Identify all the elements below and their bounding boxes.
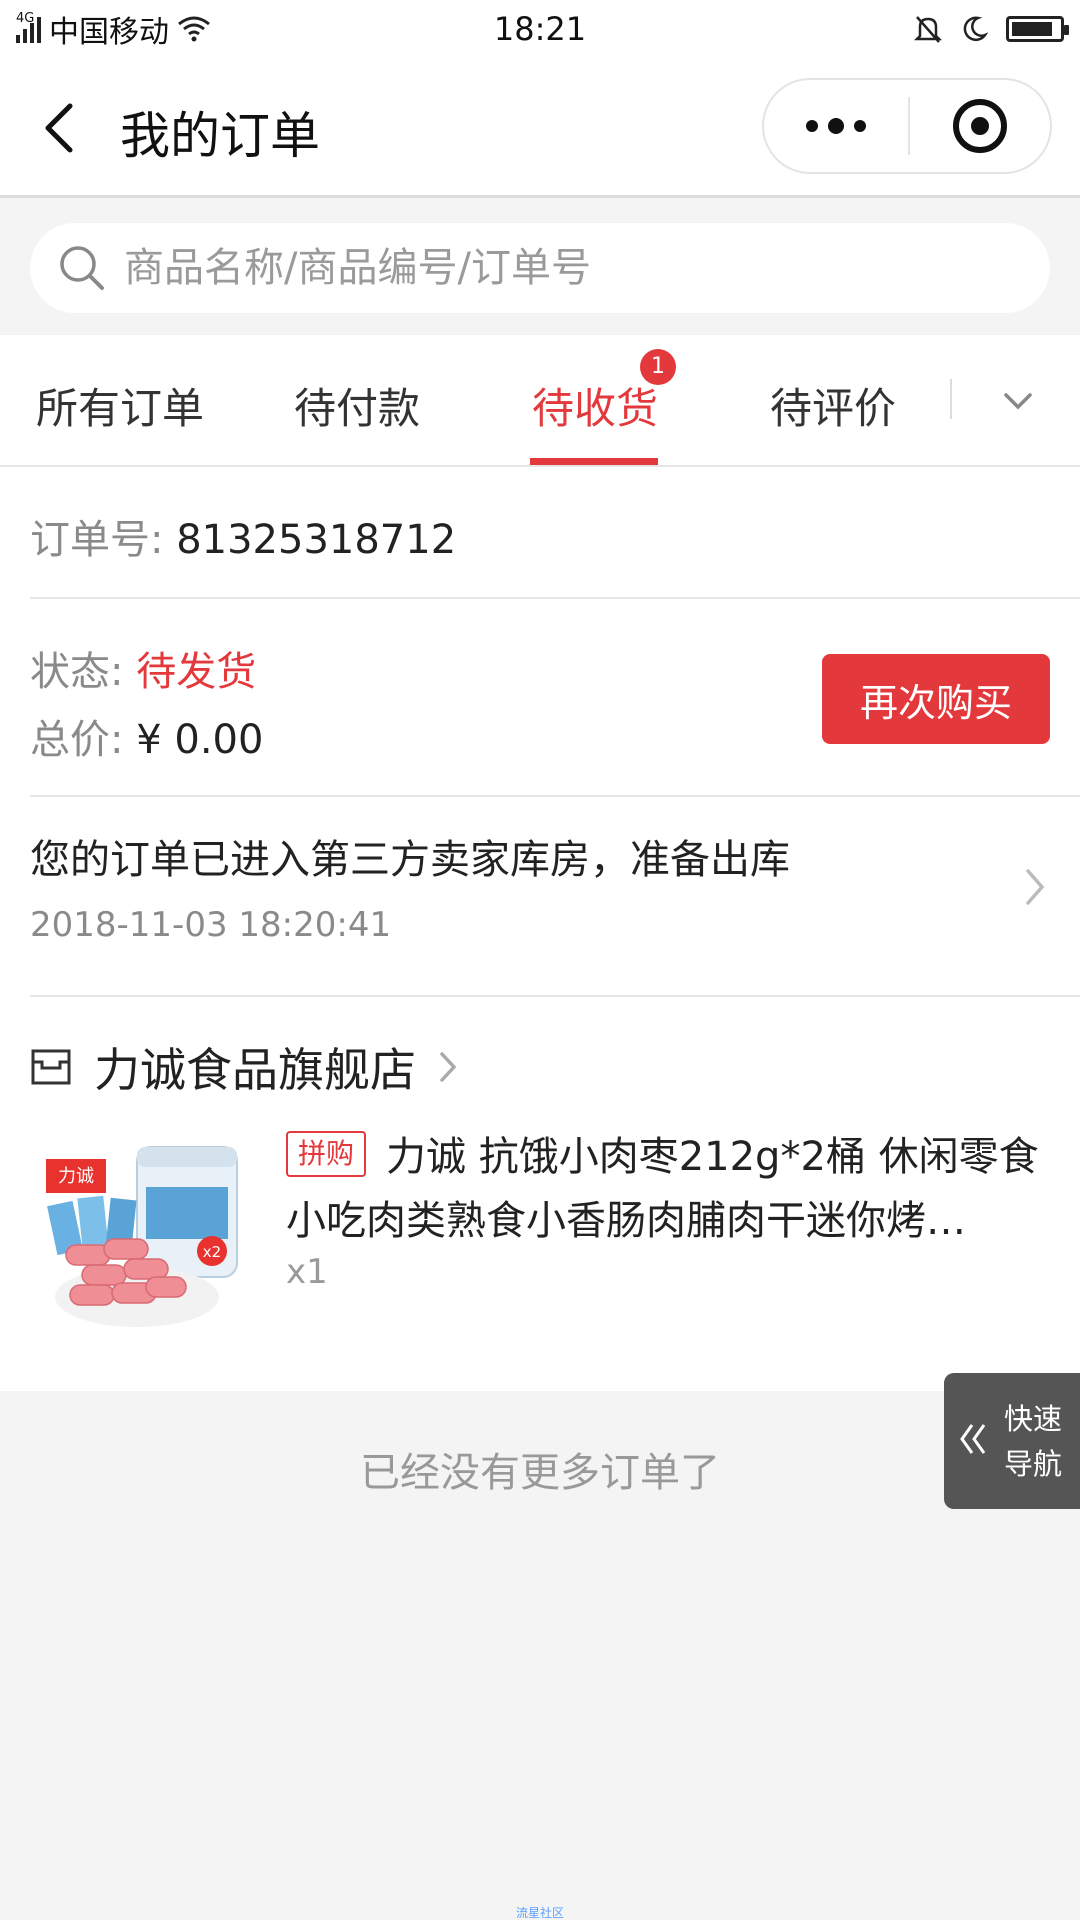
order-number-row: 订单号: 81325318712 — [30, 507, 456, 565]
tab-badge: 1 — [640, 349, 676, 385]
carrier-name: 中国移动 — [49, 15, 169, 50]
order-number-label: 订单号: — [30, 517, 164, 563]
tab-pending-receipt[interactable]: 待收货 — [532, 375, 658, 436]
dot-icon — [854, 120, 866, 132]
search-bar[interactable] — [30, 223, 1050, 313]
status-left: 4G 中国移动 — [16, 7, 211, 51]
order-status: 待发货 — [136, 649, 257, 695]
network-type: 4G — [16, 11, 35, 26]
dot-icon — [806, 120, 818, 132]
active-tab-indicator — [530, 458, 658, 465]
store-icon — [31, 1049, 71, 1085]
quick-nav-line2: 导航 — [1004, 1447, 1063, 1481]
wifi-icon — [178, 16, 210, 42]
close-miniprogram-button[interactable] — [910, 99, 1050, 153]
tab-all-orders[interactable]: 所有订单 — [36, 375, 204, 436]
status-bar: 4G 中国移动 18:21 — [0, 0, 1080, 58]
logistics-message: 您的订单已进入第三方卖家库房，准备出库 — [30, 837, 790, 883]
dot-icon — [828, 118, 844, 134]
signal-icon: 4G — [16, 11, 41, 43]
shop-row[interactable]: 力诚食品旗舰店 — [30, 1037, 458, 1097]
divider — [30, 597, 1080, 599]
order-card: 订单号: 81325318712 状态: 待发货 总价: ¥ 0.00 再次购买… — [0, 467, 1080, 1391]
nav-bar: 我的订单 — [0, 58, 1080, 198]
shop-name: 力诚食品旗舰店 — [94, 1043, 416, 1097]
total-label: 总价: — [30, 717, 124, 763]
divider — [30, 995, 1080, 997]
target-icon — [953, 99, 1007, 153]
product-title[interactable]: 力诚 抗饿小肉枣212g*2桶 休闲零食小吃肉类熟食小香肠肉脯肉干迷你烤… — [286, 1125, 1046, 1253]
bell-muted-icon — [914, 16, 942, 43]
buy-again-button[interactable]: 再次购买 — [822, 654, 1050, 744]
no-more-orders-text: 已经没有更多订单了 — [360, 1450, 720, 1496]
status-right — [914, 14, 1069, 44]
order-status-row: 状态: 待发货 — [30, 639, 256, 697]
search-input[interactable] — [124, 245, 1004, 291]
product-image[interactable]: 力诚 x2 — [42, 1127, 252, 1337]
page-title: 我的订单 — [120, 107, 320, 165]
chevron-right-icon — [1026, 869, 1045, 905]
product-image-brand: 力诚 — [58, 1166, 94, 1187]
logistics-time: 2018-11-03 18:20:41 — [30, 905, 392, 945]
search-icon — [60, 246, 104, 290]
group-buy-tag: 拼购 — [286, 1131, 367, 1177]
product-quantity: x1 — [286, 1252, 328, 1292]
status-label: 状态: — [30, 649, 124, 695]
quick-nav-button[interactable]: 快速 导航 — [944, 1373, 1080, 1509]
miniprogram-capsule — [762, 78, 1052, 174]
double-chevron-left-icon — [960, 1424, 986, 1454]
tab-pending-review[interactable]: 待评价 — [770, 375, 896, 436]
search-section — [0, 201, 1080, 335]
order-total-row: 总价: ¥ 0.00 — [30, 707, 263, 765]
chevron-right-icon — [440, 1052, 457, 1082]
quick-nav-label: 快速 导航 — [1004, 1397, 1070, 1487]
battery-icon — [1006, 16, 1069, 42]
more-menu-button[interactable] — [764, 80, 908, 172]
moon-icon — [963, 16, 988, 42]
chevron-down-icon[interactable] — [1000, 383, 1036, 419]
back-arrow-icon[interactable] — [40, 100, 80, 156]
watermark: 流星社区 — [515, 1906, 564, 1920]
tab-divider — [950, 379, 952, 419]
tab-pending-payment[interactable]: 待付款 — [294, 375, 420, 436]
logistics-row[interactable]: 您的订单已进入第三方卖家库房，准备出库 2018-11-03 18:20:41 — [0, 797, 1080, 987]
order-number: 81325318712 — [176, 517, 457, 563]
product-image-badge: x2 — [203, 1243, 221, 1261]
order-tabs: 所有订单 待付款 待收货 1 待评价 — [0, 335, 1080, 467]
order-total: ¥ 0.00 — [136, 717, 264, 763]
quick-nav-line1: 快速 — [1004, 1402, 1063, 1436]
